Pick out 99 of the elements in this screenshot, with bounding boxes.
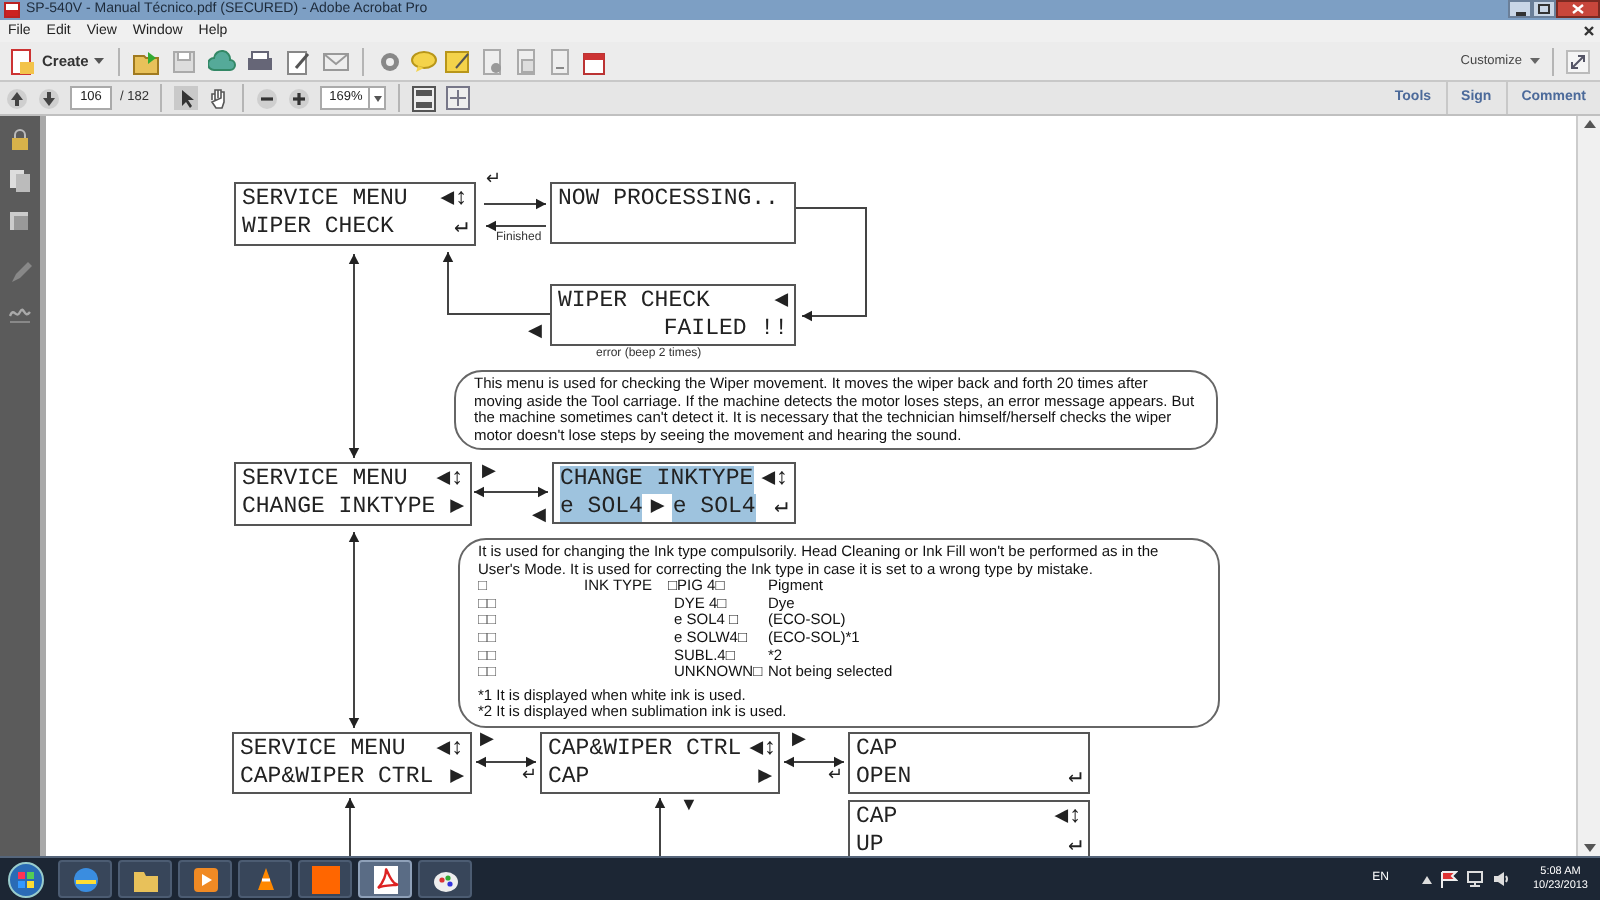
display-text: ▶: [450, 494, 464, 522]
zoom-out-icon[interactable]: [256, 87, 279, 109]
connector-arrow: [795, 207, 867, 322]
display-text: OPEN: [856, 764, 912, 792]
caret-icon: [1530, 58, 1540, 64]
menu-symbol: ▶: [480, 728, 494, 748]
display-text: ◀↕: [1054, 804, 1082, 832]
close-button[interactable]: [1556, 0, 1600, 18]
maximize-button[interactable]: [1532, 0, 1556, 18]
minimize-button[interactable]: [1508, 0, 1532, 18]
gear-icon[interactable]: [376, 47, 405, 75]
play-icon: [189, 863, 221, 895]
menu-symbol: ◀: [528, 320, 542, 340]
menu-symbol: ↵: [486, 168, 502, 188]
calendar-icon[interactable]: [580, 47, 609, 75]
network-icon[interactable]: [1466, 870, 1485, 888]
display-text: ◀↕: [749, 736, 777, 764]
display-text: ◀↕: [761, 466, 789, 494]
display-text: ↵: [454, 214, 468, 242]
folder-icon[interactable]: [132, 47, 161, 75]
close-icon: [1572, 4, 1584, 14]
taskbar-button[interactable]: [178, 860, 232, 898]
menu-symbol: ↵: [522, 764, 538, 784]
menu-symbol: ↵: [828, 764, 844, 784]
connector-arrow: [442, 251, 551, 315]
up-arrow-icon[interactable]: [1583, 120, 1595, 128]
display-text: FAILED !!: [663, 316, 788, 344]
display-text: e SOL4: [560, 494, 643, 522]
lock-icon[interactable]: [8, 128, 32, 152]
display-text: CHANGE INKTYPE: [560, 466, 754, 494]
display-text: ▶: [758, 764, 772, 792]
down-arrow-icon[interactable]: [1583, 844, 1595, 852]
up-arrow-icon[interactable]: [1422, 875, 1433, 883]
display-text: WIPER CHECK: [242, 214, 394, 242]
display-text: ◀↕: [436, 736, 464, 764]
cloud-icon[interactable]: [208, 47, 237, 75]
scrollbar[interactable]: [1576, 116, 1600, 856]
display-text: CHANGE INKTYPE: [242, 494, 436, 522]
pdf-icon: [369, 863, 401, 895]
flag-icon[interactable]: [1440, 870, 1459, 888]
display-text: ▶: [450, 764, 464, 792]
square-icon: [309, 863, 341, 895]
zoom-in-icon[interactable]: [288, 87, 311, 109]
pdf-icon: [4, 2, 20, 18]
up-arrow-icon[interactable]: [6, 87, 28, 109]
arrow: [654, 797, 666, 856]
edit-document-icon[interactable]: [284, 47, 313, 75]
menu-symbol: ▶: [482, 460, 496, 480]
display-text: SERVICE MENU: [240, 736, 406, 764]
display-text: NOW PROCESSING..: [558, 186, 779, 214]
display-text: CAP: [856, 804, 898, 832]
double-arrow: [473, 486, 549, 498]
display-text: e SOL4: [672, 494, 756, 522]
taskbar-button[interactable]: [238, 860, 292, 898]
taskbar-button[interactable]: [118, 860, 172, 898]
display-text: UP: [856, 832, 884, 856]
taskbar-button[interactable]: [58, 860, 112, 898]
caret-icon: [373, 95, 382, 101]
fit-page-icon[interactable]: [412, 85, 437, 111]
taskbar-button[interactable]: [418, 860, 472, 898]
globe-icon: [69, 863, 101, 895]
taskbar-button[interactable]: [358, 860, 412, 898]
menu-symbol: ▶: [792, 728, 806, 748]
minimize-icon: [1515, 12, 1525, 16]
menu-symbol: ▼: [680, 794, 698, 814]
display-text: SERVICE MENU: [242, 186, 408, 214]
sticky-note-icon[interactable]: [444, 47, 473, 75]
display-text: ◀↕: [436, 466, 464, 494]
double-arrow: [475, 756, 537, 768]
speaker-icon[interactable]: [1492, 870, 1511, 888]
display-text: CAP: [548, 764, 590, 792]
display-text: ◀: [774, 288, 788, 316]
maximize-icon: [1538, 4, 1550, 14]
display-text: ↵: [1068, 832, 1082, 856]
layers-icon[interactable]: [8, 208, 32, 232]
hand-icon[interactable]: [206, 86, 231, 110]
display-text: ▶: [650, 494, 665, 522]
arrow: [344, 797, 356, 856]
down-arrow-icon[interactable]: [38, 87, 60, 109]
display-text: CAP&WIPER CTRL: [240, 764, 434, 792]
arrow: [483, 198, 547, 210]
display-text: SERVICE MENU: [242, 466, 408, 494]
fit-width-icon[interactable]: [446, 86, 471, 110]
pages-icon[interactable]: [8, 168, 32, 192]
display-text: CAP: [856, 736, 898, 764]
print-icon[interactable]: [246, 47, 275, 75]
close-icon[interactable]: [1584, 26, 1594, 36]
display-text: WIPER CHECK: [558, 288, 710, 316]
caret-icon: [94, 58, 105, 64]
display-text: ↵: [774, 494, 788, 522]
display-text: ↵: [1068, 764, 1082, 792]
double-arrow: [783, 756, 845, 768]
display-text: CAP&WIPER CTRL: [548, 736, 742, 764]
document-add-icon: [8, 47, 36, 75]
menu-symbol: ◀: [532, 504, 546, 524]
display-text: ◀↕: [440, 186, 468, 214]
arrow: [485, 220, 547, 232]
expand-icon[interactable]: [1566, 49, 1590, 73]
start-orb-icon[interactable]: [8, 861, 44, 897]
